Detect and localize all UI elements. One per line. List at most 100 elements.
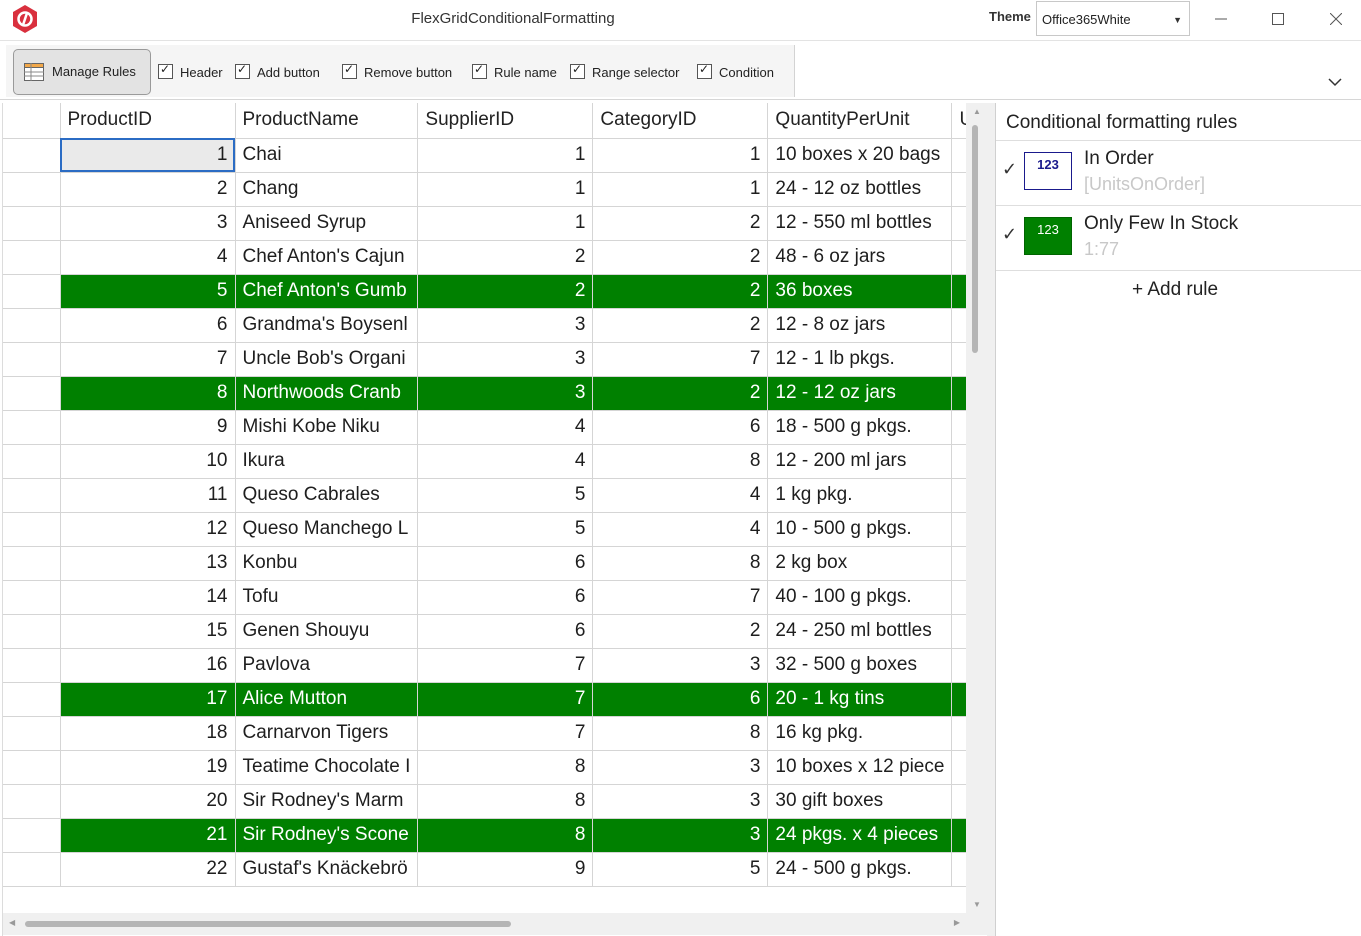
row-header[interactable] — [3, 614, 61, 649]
cell-name[interactable]: Genen Shouyu — [235, 614, 419, 649]
cell-qty[interactable]: 36 boxes — [767, 274, 953, 309]
row-header[interactable] — [3, 784, 61, 819]
table-row[interactable]: 12 Queso Manchego L 5 4 10 - 500 g pkgs. — [3, 512, 988, 547]
rule-enabled-check-icon[interactable]: ✓ — [1002, 224, 1017, 245]
table-row[interactable]: 13 Konbu 6 8 2 kg box — [3, 546, 988, 581]
column-header-productid[interactable]: ProductID — [60, 103, 236, 139]
cell-category[interactable]: 7 — [592, 342, 769, 377]
cell-qty[interactable]: 24 - 500 g pkgs. — [767, 852, 953, 887]
column-header-categoryid[interactable]: CategoryID — [592, 103, 769, 139]
row-header[interactable] — [3, 682, 61, 717]
cell-qty[interactable]: 1 kg pkg. — [767, 478, 953, 513]
cell-supplier[interactable]: 1 — [417, 138, 594, 173]
row-header[interactable] — [3, 376, 61, 411]
table-row[interactable]: 6 Grandma's Boysenl 3 2 12 - 8 oz jars — [3, 308, 988, 343]
cell-supplier[interactable]: 7 — [417, 716, 594, 751]
rule-range[interactable]: 1:77 — [1084, 239, 1119, 260]
cell-name[interactable]: Gustaf's Knäckebrö — [235, 852, 419, 887]
cell-name[interactable]: Northwoods Cranb — [235, 376, 419, 411]
cell-category[interactable]: 7 — [592, 580, 769, 615]
cell-qty[interactable]: 10 - 500 g pkgs. — [767, 512, 953, 547]
cell-supplier[interactable]: 3 — [417, 342, 594, 377]
close-button[interactable] — [1308, 0, 1361, 38]
cell-supplier[interactable]: 2 — [417, 240, 594, 275]
minimize-button[interactable] — [1193, 0, 1249, 38]
row-header[interactable] — [3, 410, 61, 445]
cell-category[interactable]: 3 — [592, 818, 769, 853]
cell-supplier[interactable]: 3 — [417, 308, 594, 343]
cell-category[interactable]: 5 — [592, 852, 769, 887]
table-row[interactable]: 17 Alice Mutton 7 6 20 - 1 kg tins — [3, 682, 988, 717]
cell-qty[interactable]: 24 - 12 oz bottles — [767, 172, 953, 207]
cell-id[interactable]: 19 — [60, 750, 236, 785]
cell-qty[interactable]: 30 gift boxes — [767, 784, 953, 819]
cell-category[interactable]: 3 — [592, 750, 769, 785]
cell-name[interactable]: Chai — [235, 138, 419, 173]
cell-id[interactable]: 13 — [60, 546, 236, 581]
cell-qty[interactable]: 16 kg pkg. — [767, 716, 953, 751]
table-row[interactable]: 21 Sir Rodney's Scone 8 3 24 pkgs. x 4 piece… — [3, 818, 988, 853]
row-header[interactable] — [3, 308, 61, 343]
vertical-scroll-thumb[interactable] — [972, 125, 978, 353]
panel-splitter[interactable] — [987, 103, 995, 936]
cell-name[interactable]: Uncle Bob's Organi — [235, 342, 419, 377]
row-header[interactable] — [3, 818, 61, 853]
theme-select[interactable]: Office365White ▼ — [1036, 1, 1190, 36]
table-row[interactable]: 18 Carnarvon Tigers 7 8 16 kg pkg. — [3, 716, 988, 751]
column-header-quantityperunit[interactable]: QuantityPerUnit — [767, 103, 953, 139]
cell-name[interactable]: Chef Anton's Gumb — [235, 274, 419, 309]
cell-id[interactable]: 9 — [60, 410, 236, 445]
scroll-right-icon[interactable]: ▶ — [954, 918, 960, 927]
scroll-left-icon[interactable]: ◀ — [9, 918, 15, 927]
cell-supplier[interactable]: 8 — [417, 750, 594, 785]
row-header[interactable] — [3, 648, 61, 683]
cell-supplier[interactable]: 1 — [417, 206, 594, 241]
cell-id[interactable]: 17 — [60, 682, 236, 717]
horizontal-scrollbar[interactable]: ◀ ▶ — [3, 913, 966, 935]
table-row[interactable]: 20 Sir Rodney's Marm 8 3 30 gift boxes — [3, 784, 988, 819]
table-row[interactable]: 16 Pavlova 7 3 32 - 500 g boxes — [3, 648, 988, 683]
cell-name[interactable]: Ikura — [235, 444, 419, 479]
cell-category[interactable]: 2 — [592, 206, 769, 241]
cell-name[interactable]: Teatime Chocolate I — [235, 750, 419, 785]
cell-id[interactable]: 11 — [60, 478, 236, 513]
cell-category[interactable]: 2 — [592, 614, 769, 649]
cell-qty[interactable]: 24 - 250 ml bottles — [767, 614, 953, 649]
cell-category[interactable]: 2 — [592, 376, 769, 411]
cell-id[interactable]: 2 — [60, 172, 236, 207]
cell-qty[interactable]: 18 - 500 g pkgs. — [767, 410, 953, 445]
cell-supplier[interactable]: 5 — [417, 512, 594, 547]
rule-style-preview[interactable]: 123 — [1024, 217, 1072, 255]
cell-qty[interactable]: 48 - 6 oz jars — [767, 240, 953, 275]
cell-supplier[interactable]: 5 — [417, 478, 594, 513]
table-row[interactable]: 14 Tofu 6 7 40 - 100 g pkgs. — [3, 580, 988, 615]
cell-supplier[interactable]: 2 — [417, 274, 594, 309]
cell-qty[interactable]: 10 boxes x 20 bags — [767, 138, 953, 173]
cell-name[interactable]: Aniseed Syrup — [235, 206, 419, 241]
cell-name[interactable]: Tofu — [235, 580, 419, 615]
cell-qty[interactable]: 10 boxes x 12 piece — [767, 750, 953, 785]
cell-category[interactable]: 1 — [592, 172, 769, 207]
cell-qty[interactable]: 12 - 550 ml bottles — [767, 206, 953, 241]
row-header[interactable] — [3, 478, 61, 513]
rule-range[interactable]: [UnitsOnOrder] — [1084, 174, 1205, 195]
cell-id[interactable]: 8 — [60, 376, 236, 411]
row-header[interactable] — [3, 206, 61, 241]
cell-qty[interactable]: 32 - 500 g boxes — [767, 648, 953, 683]
maximize-button[interactable] — [1250, 0, 1306, 38]
cell-qty[interactable]: 12 - 8 oz jars — [767, 308, 953, 343]
cell-id[interactable]: 6 — [60, 308, 236, 343]
cell-supplier[interactable]: 8 — [417, 818, 594, 853]
cell-name[interactable]: Chang — [235, 172, 419, 207]
row-header[interactable] — [3, 240, 61, 275]
cell-id[interactable]: 15 — [60, 614, 236, 649]
scroll-up-icon[interactable]: ▲ — [966, 107, 988, 116]
row-header[interactable] — [3, 546, 61, 581]
scroll-down-icon[interactable]: ▼ — [966, 900, 988, 909]
cell-supplier[interactable]: 3 — [417, 376, 594, 411]
cell-supplier[interactable]: 8 — [417, 784, 594, 819]
table-row[interactable]: 5 Chef Anton's Gumb 2 2 36 boxes — [3, 274, 988, 309]
cell-category[interactable]: 2 — [592, 308, 769, 343]
rule-name[interactable]: Only Few In Stock — [1084, 213, 1238, 235]
condition-checkbox[interactable]: Condition — [697, 62, 774, 82]
